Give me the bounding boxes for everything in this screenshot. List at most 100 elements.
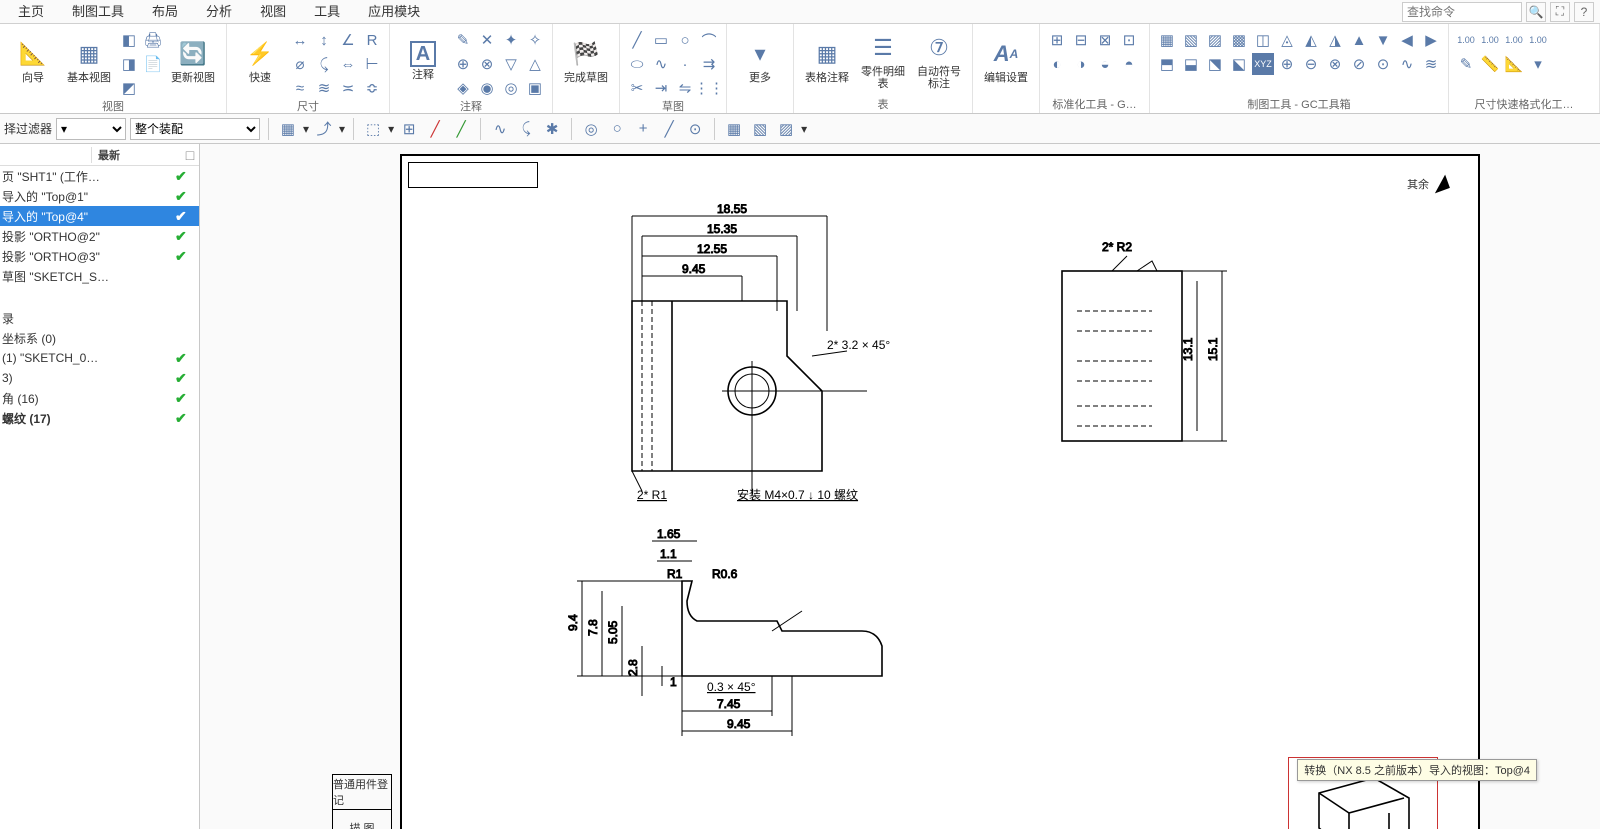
drawing-canvas[interactable]: 其余 18.55 15.35 12.55 9.45 xyxy=(200,144,1600,829)
gc-23[interactable]: ∿ xyxy=(1396,53,1418,75)
sk-line[interactable]: ╱ xyxy=(626,29,648,51)
an-3[interactable]: ✦ xyxy=(500,29,522,51)
gc-22[interactable]: ⊙ xyxy=(1372,53,1394,75)
std-3[interactable]: ⊠ xyxy=(1094,29,1116,51)
quick-dim-button[interactable]: ⚡快速 xyxy=(233,26,287,96)
menu-apps[interactable]: 应用模块 xyxy=(354,0,434,24)
selection-filter-dropdown[interactable]: ▾ xyxy=(56,118,126,140)
an-6[interactable]: ⊗ xyxy=(476,53,498,75)
more-button[interactable]: ▾更多 xyxy=(733,26,787,96)
gc-18[interactable]: ⊕ xyxy=(1276,53,1298,75)
ico-1[interactable]: ◧ xyxy=(118,29,140,51)
dim-rad[interactable]: R xyxy=(361,29,383,51)
std-4[interactable]: ⊡ xyxy=(1118,29,1140,51)
isometric-thumbnail[interactable]: 转换（NX 8.5 之前版本）导入的视图：Top@4 xyxy=(1288,757,1438,829)
sk-rect[interactable]: ▭ xyxy=(650,29,672,51)
fmt-5[interactable]: ✎ xyxy=(1455,53,1477,75)
basic-view-button[interactable]: ▦基本视图 xyxy=(62,26,116,96)
tree-row[interactable]: 3)✔ xyxy=(0,368,199,388)
ico-2[interactable]: ◨ xyxy=(118,53,140,75)
tree-row[interactable]: 导入的 "Top@4"✔ xyxy=(0,206,199,226)
gc-8[interactable]: ◮ xyxy=(1324,29,1346,51)
an-4[interactable]: ✧ xyxy=(524,29,546,51)
tb-5[interactable]: ╱ xyxy=(424,118,446,140)
gc-12[interactable]: ▶ xyxy=(1420,29,1442,51)
sk-tr[interactable]: ✂ xyxy=(626,77,648,99)
gc-5[interactable]: ◫ xyxy=(1252,29,1274,51)
gc-20[interactable]: ⊗ xyxy=(1324,53,1346,75)
menu-layout[interactable]: 布局 xyxy=(138,0,192,24)
fmt-1[interactable]: 1.00 xyxy=(1455,29,1477,51)
menu-view[interactable]: 视图 xyxy=(246,0,300,24)
gc-21[interactable]: ⊘ xyxy=(1348,53,1370,75)
new-guide-button[interactable]: 📐向导 xyxy=(6,26,60,96)
tb-17[interactable]: ▨ xyxy=(775,118,797,140)
sk-ell[interactable]: ⬭ xyxy=(626,53,648,75)
gc-16[interactable]: ⬕ xyxy=(1228,53,1250,75)
tree-row[interactable]: 导入的 "Top@1"✔ xyxy=(0,186,199,206)
std-7[interactable]: ◒ xyxy=(1094,53,1116,75)
gc-14[interactable]: ⬓ xyxy=(1180,53,1202,75)
std-5[interactable]: ◐ xyxy=(1046,53,1068,75)
tb-8[interactable]: ⤹ xyxy=(515,118,537,140)
dim-ang[interactable]: ∠ xyxy=(337,29,359,51)
gc-10[interactable]: ▼ xyxy=(1372,29,1394,51)
dim-b[interactable]: ≋ xyxy=(313,77,335,99)
dim-dia[interactable]: ⌀ xyxy=(289,53,311,75)
menu-analysis[interactable]: 分析 xyxy=(192,0,246,24)
maximize-icon[interactable]: □ xyxy=(181,147,199,163)
tb-6[interactable]: ╱ xyxy=(450,118,472,140)
gc-9[interactable]: ▲ xyxy=(1348,29,1370,51)
tree-row[interactable]: (1) "SKETCH_0…✔ xyxy=(0,348,199,368)
sk-circ[interactable]: ○ xyxy=(674,29,696,51)
tb-13[interactable]: ╱ xyxy=(658,118,680,140)
tb-10[interactable]: ◎ xyxy=(580,118,602,140)
tree-row[interactable]: 坐标系 (0) xyxy=(0,328,199,348)
tree-row[interactable]: 投影 "ORTHO@2"✔ xyxy=(0,226,199,246)
ico-5[interactable]: 📄 xyxy=(142,53,164,75)
fmt-6[interactable]: 📏 xyxy=(1479,53,1501,75)
dim-ord[interactable]: ⊢ xyxy=(361,53,383,75)
update-view-button[interactable]: 🔄更新视图 xyxy=(166,26,220,96)
tb-14[interactable]: ⊙ xyxy=(684,118,706,140)
dim-a[interactable]: ≈ xyxy=(289,77,311,99)
fmt-2[interactable]: 1.00 xyxy=(1479,29,1501,51)
gc-3[interactable]: ▨ xyxy=(1204,29,1226,51)
assembly-scope-dropdown[interactable]: 整个装配 xyxy=(130,118,260,140)
fullscreen-icon[interactable]: ⛶ xyxy=(1550,2,1570,22)
an-12[interactable]: ▣ xyxy=(524,77,546,99)
an-1[interactable]: ✎ xyxy=(452,29,474,51)
std-6[interactable]: ◑ xyxy=(1070,53,1092,75)
dim-arc[interactable]: ⤹ xyxy=(313,53,335,75)
menu-home[interactable]: 主页 xyxy=(4,0,58,24)
ico-3[interactable]: ◩ xyxy=(118,77,140,99)
an-5[interactable]: ⊕ xyxy=(452,53,474,75)
sk-pt[interactable]: · xyxy=(674,53,696,75)
search-icon[interactable]: 🔍 xyxy=(1526,2,1546,22)
tb-12[interactable]: + xyxy=(632,118,654,140)
menu-drawing-tools[interactable]: 制图工具 xyxy=(58,0,138,24)
tb-9[interactable]: ✱ xyxy=(541,118,563,140)
gc-6[interactable]: ◬ xyxy=(1276,29,1298,51)
gc-7[interactable]: ◭ xyxy=(1300,29,1322,51)
gc-11[interactable]: ◀ xyxy=(1396,29,1418,51)
dim-c[interactable]: ≍ xyxy=(337,77,359,99)
annotation-button[interactable]: A注释 xyxy=(396,26,450,96)
sk-off[interactable]: ⇉ xyxy=(698,53,720,75)
auto-balloon-button[interactable]: ⑦自动符号标注 xyxy=(912,26,966,96)
help-icon[interactable]: ? xyxy=(1574,2,1594,22)
tb-2[interactable]: ⤴ xyxy=(313,118,335,140)
tree-row[interactable]: 角 (16)✔ xyxy=(0,388,199,408)
tree-row[interactable]: 投影 "ORTHO@3"✔ xyxy=(0,246,199,266)
parts-list-button[interactable]: ☰零件明细表 xyxy=(856,26,910,96)
tb-15[interactable]: ▦ xyxy=(723,118,745,140)
search-input[interactable] xyxy=(1402,2,1522,22)
an-2[interactable]: ✕ xyxy=(476,29,498,51)
gc-4[interactable]: ▩ xyxy=(1228,29,1250,51)
gc-2[interactable]: ▧ xyxy=(1180,29,1202,51)
gc-24[interactable]: ≋ xyxy=(1420,53,1442,75)
an-7[interactable]: ▽ xyxy=(500,53,522,75)
tb-4[interactable]: ⊞ xyxy=(398,118,420,140)
menu-tools[interactable]: 工具 xyxy=(300,0,354,24)
tree-row[interactable]: 草图 "SKETCH_S… xyxy=(0,266,199,286)
